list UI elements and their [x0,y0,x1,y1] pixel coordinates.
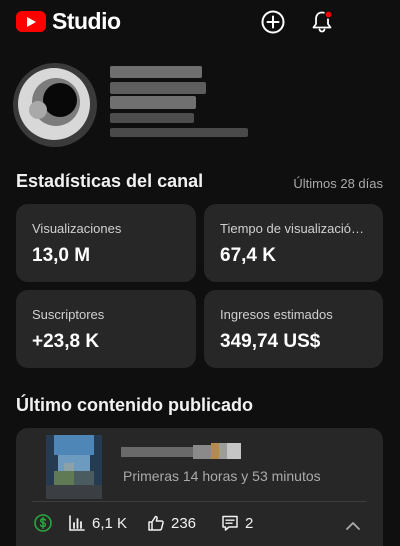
chevron-up-icon[interactable] [343,516,363,536]
youtube-play-icon [16,11,46,32]
subscribers-card[interactable]: Suscriptores +23,8 K [16,290,196,368]
channel-name-blurred [110,66,202,78]
views-count: 6,1 K [92,514,128,532]
channel-avatar[interactable] [10,60,100,150]
comments-metric[interactable]: 2 [221,514,253,532]
channel-meta-blurred [110,113,194,123]
likes-count: 236 [171,514,197,532]
channel-handle-blurred [110,82,206,94]
revenue-label: Ingresos estimados [220,307,333,322]
analytics-range[interactable]: Últimos 28 días [293,176,383,191]
bar-chart-icon [69,515,85,531]
top-bar: Studio [0,0,400,44]
notifications-bell-icon[interactable] [309,9,335,35]
video-metrics-row: 6,1 K 236 2 [16,514,383,538]
monetization-status[interactable] [34,514,52,532]
revenue-value: 349,74 US$ [220,331,321,352]
latest-content-title: Último contenido publicado [16,395,253,415]
latest-content-card[interactable]: Primeras 14 horas y 53 minutos 6,1 K 236 [16,428,383,546]
comment-icon [222,515,238,531]
revenue-card[interactable]: Ingresos estimados 349,74 US$ [204,290,383,368]
video-thumbnail[interactable] [46,435,102,499]
subscribers-label: Suscriptores [32,307,105,322]
views-label: Visualizaciones [32,221,122,236]
views-metric[interactable]: 6,1 K [68,514,127,532]
channel-header[interactable] [0,60,400,150]
notification-dot [324,10,333,19]
comments-count: 2 [245,514,254,532]
views-card[interactable]: Visualizaciones 13,0 M [16,204,196,282]
channel-subtitle-blurred [110,96,196,109]
published-duration: Primeras 14 horas y 53 minutos [123,468,321,484]
create-icon[interactable] [260,9,286,35]
subscribers-value: +23,8 K [32,331,100,352]
likes-metric[interactable]: 236 [147,514,196,532]
channel-stats-blurred [110,128,248,137]
watch-time-label: Tiempo de visualización (horas) [220,221,368,236]
video-title-blurred [121,443,241,459]
watch-time-value: 67,4 K [220,245,276,266]
dollar-icon [34,514,52,532]
watch-time-card[interactable]: Tiempo de visualización (horas) 67,4 K [204,204,383,282]
analytics-title: Estadísticas del canal [16,171,204,191]
logo-text: Studio [52,8,121,34]
card-divider [32,501,367,502]
studio-logo[interactable]: Studio [16,8,121,35]
thumbs-up-icon [148,515,164,531]
views-value: 13,0 M [32,245,91,266]
